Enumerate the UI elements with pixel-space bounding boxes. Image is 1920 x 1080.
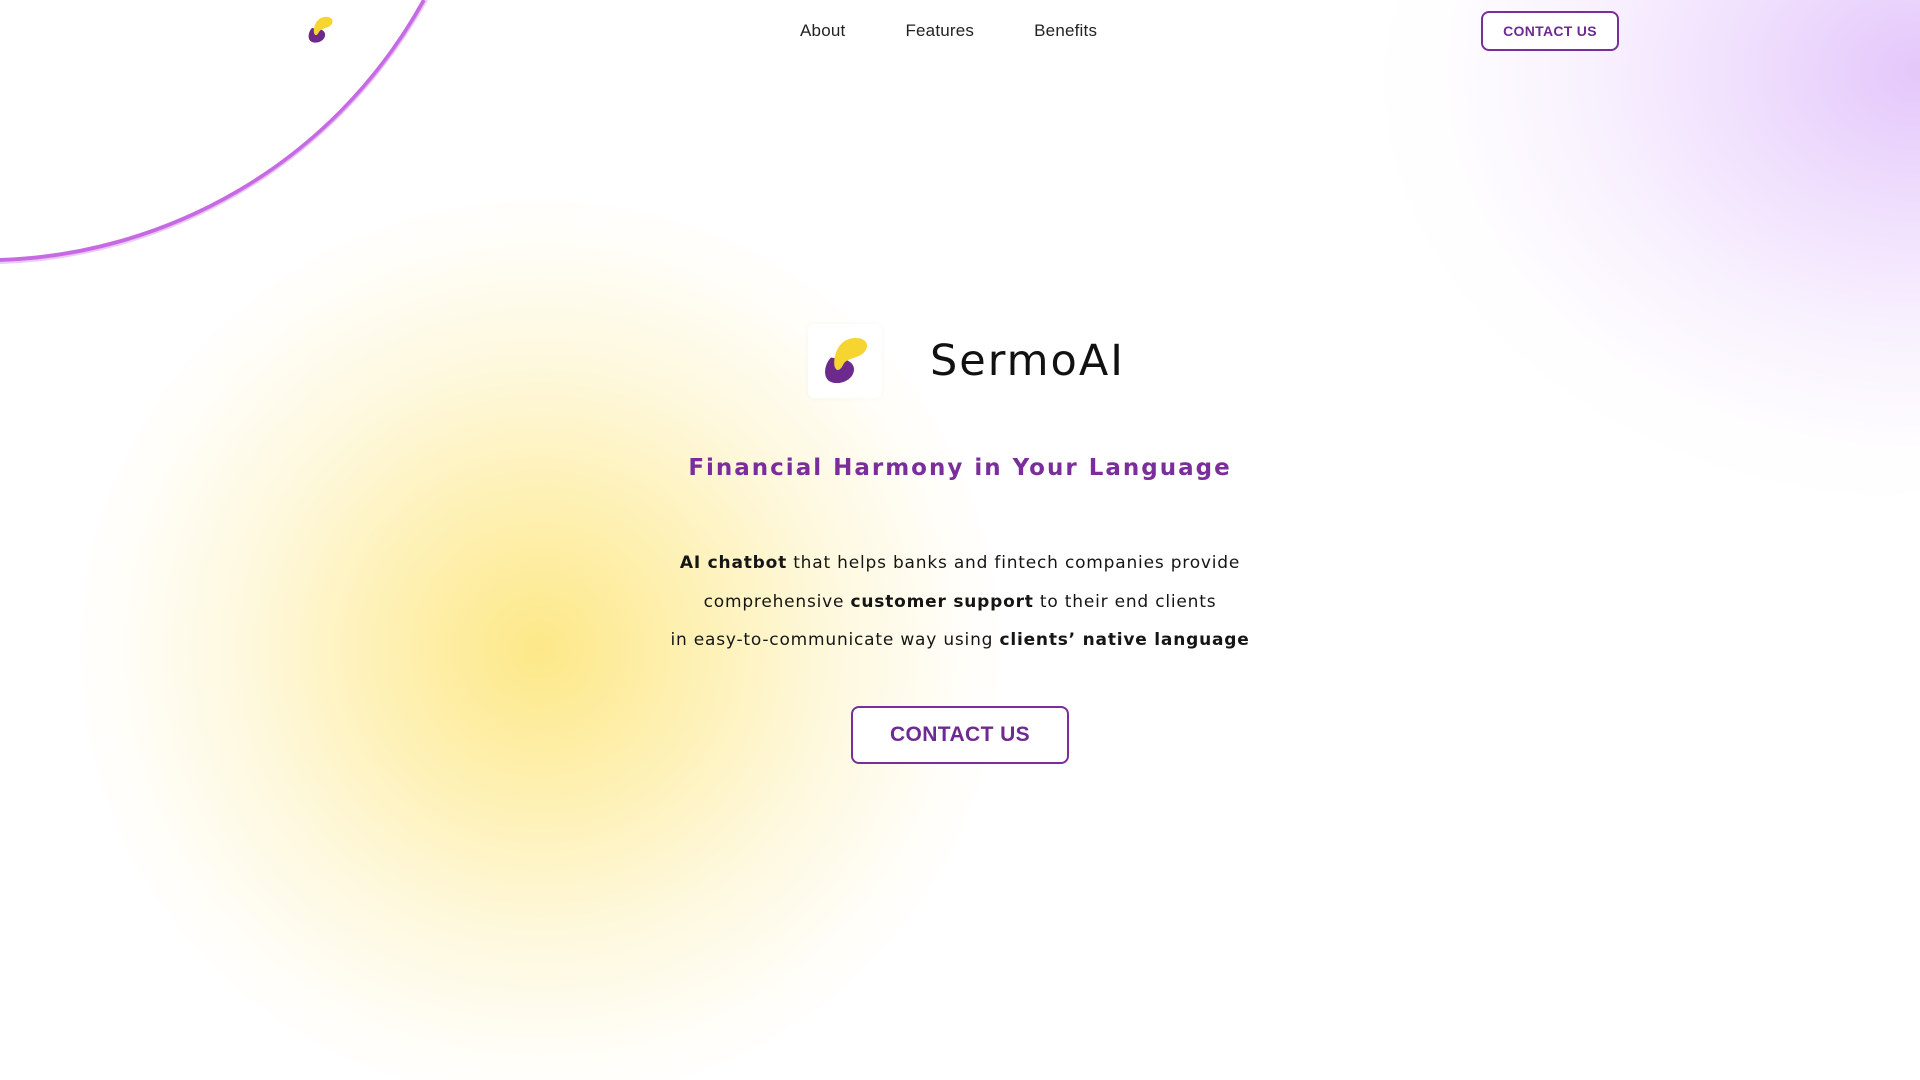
hero-tagline: Financial Harmony in Your Language bbox=[688, 455, 1232, 481]
description-line-3: in easy-to-communicate way using clients… bbox=[670, 630, 1250, 650]
brand-row: SermoAI bbox=[808, 322, 1125, 400]
sermo-logo-icon[interactable] bbox=[304, 14, 336, 46]
landing-page: About Features Benefits CONTACT US Sermo… bbox=[0, 0, 1920, 1080]
nav-link-about[interactable]: About bbox=[800, 21, 845, 41]
description-line-2: comprehensive customer support to their … bbox=[703, 591, 1217, 612]
purple-glow-decoration bbox=[1380, 0, 1920, 500]
hero-description: AI chatbot that helps banks and fintech … bbox=[0, 544, 1920, 660]
header-contact-button[interactable]: CONTACT US bbox=[1481, 11, 1619, 51]
sermo-logo-icon bbox=[825, 337, 868, 384]
description-line-1: AI chatbot that helps banks and fintech … bbox=[679, 553, 1241, 573]
main-nav: About Features Benefits bbox=[800, 0, 1157, 62]
nav-link-benefits[interactable]: Benefits bbox=[1034, 21, 1097, 41]
site-header: About Features Benefits CONTACT US bbox=[0, 0, 1920, 64]
nav-link-features[interactable]: Features bbox=[905, 21, 974, 41]
brand-name: SermoAI bbox=[930, 336, 1125, 386]
hero-contact-button[interactable]: CONTACT US bbox=[851, 706, 1069, 764]
brand-logo-tile bbox=[808, 324, 882, 398]
